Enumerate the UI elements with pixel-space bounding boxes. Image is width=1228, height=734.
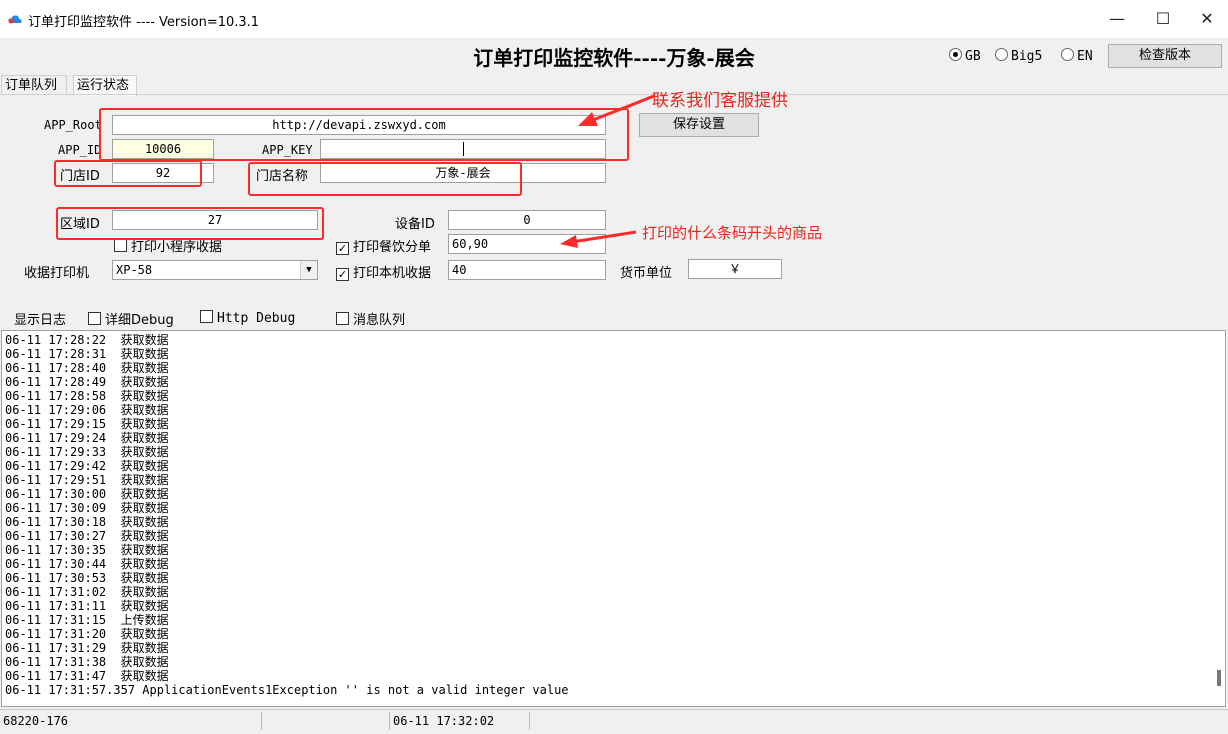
close-button[interactable]: ✕ bbox=[1184, 0, 1228, 38]
language-option-gb[interactable]: GB bbox=[949, 48, 981, 64]
checkbox-icon bbox=[200, 310, 213, 323]
log-line: 06-11 17:28:49 获取数据 bbox=[5, 375, 169, 389]
log-line: 06-11 17:30:09 获取数据 bbox=[5, 501, 169, 515]
log-line: 06-11 17:30:35 获取数据 bbox=[5, 543, 169, 557]
show-log-label: 显示日志 bbox=[14, 313, 67, 328]
printer-label: 收据打印机 bbox=[24, 266, 90, 281]
device-id-label: 设备ID bbox=[395, 217, 435, 232]
dropdown-arrow-icon[interactable]: ▼ bbox=[300, 261, 317, 279]
log-line: 06-11 17:31:29 获取数据 bbox=[5, 641, 169, 655]
log-line: 06-11 17:31:47 获取数据 bbox=[5, 669, 169, 683]
radio-unselected-icon bbox=[1061, 48, 1074, 61]
currency-input[interactable]: ￥ bbox=[688, 259, 782, 279]
log-line: 06-11 17:31:38 获取数据 bbox=[5, 655, 169, 669]
log-line: 06-11 17:30:53 获取数据 bbox=[5, 571, 169, 585]
annotation-box-store-name bbox=[248, 162, 522, 196]
print-local-checkbox[interactable]: ✓ 打印本机收据 bbox=[336, 262, 431, 281]
detail-debug-checkbox[interactable]: 详细Debug bbox=[88, 309, 174, 328]
http-debug-checkbox[interactable]: Http Debug bbox=[200, 310, 295, 326]
annotation-arrow-icon bbox=[560, 230, 637, 248]
log-line: 06-11 17:29:15 获取数据 bbox=[5, 417, 169, 431]
checkbox-icon bbox=[336, 312, 349, 325]
log-line: 06-11 17:31:20 获取数据 bbox=[5, 627, 169, 641]
checkmark-icon: ✓ bbox=[336, 242, 349, 255]
log-line: 06-11 17:29:24 获取数据 bbox=[5, 431, 169, 445]
log-line: 06-11 17:31:02 获取数据 bbox=[5, 585, 169, 599]
checkbox-icon bbox=[88, 312, 101, 325]
language-option-en[interactable]: EN bbox=[1061, 48, 1093, 64]
app-id-label: APP_ID bbox=[58, 143, 102, 157]
log-line: 06-11 17:31:57.357 ApplicationEvents1Exc… bbox=[5, 683, 569, 697]
maximize-button[interactable]: ☐ bbox=[1140, 0, 1186, 38]
tab-order-queue[interactable]: 订单队列 bbox=[1, 75, 67, 95]
status-empty bbox=[262, 712, 390, 730]
log-line: 06-11 17:31:15 上传数据 bbox=[5, 613, 169, 627]
printer-select[interactable]: XP-58 ▼ bbox=[112, 260, 318, 280]
log-line: 06-11 17:29:06 获取数据 bbox=[5, 403, 169, 417]
status-time: 06-11 17:32:02 bbox=[390, 712, 530, 730]
radio-unselected-icon bbox=[995, 48, 1008, 61]
page-title: 订单打印监控软件----万象-展会 bbox=[473, 46, 755, 70]
annotation-contact-text: 联系我们客服提供 bbox=[652, 91, 788, 111]
log-line: 06-11 17:29:42 获取数据 bbox=[5, 459, 169, 473]
log-line: 06-11 17:30:44 获取数据 bbox=[5, 557, 169, 571]
log-line: 06-11 17:30:27 获取数据 bbox=[5, 529, 169, 543]
annotation-barcode-text: 打印的什么条码开头的商品 bbox=[642, 224, 823, 242]
annotation-box-store-id bbox=[54, 160, 202, 187]
print-local-input[interactable]: 40 bbox=[448, 260, 606, 280]
print-split-checkbox[interactable]: ✓ 打印餐饮分单 bbox=[336, 236, 431, 255]
check-version-button[interactable]: 检查版本 bbox=[1108, 44, 1222, 68]
checkbox-icon bbox=[114, 239, 127, 252]
language-option-big5[interactable]: Big5 bbox=[995, 48, 1042, 64]
annotation-box-area-id bbox=[56, 207, 324, 240]
log-line: 06-11 17:28:22 获取数据 bbox=[5, 333, 169, 347]
window-title: 订单打印监控软件 ---- Version=10.3.1 bbox=[28, 15, 260, 30]
radio-selected-icon bbox=[949, 48, 962, 61]
annotation-arrow-icon bbox=[578, 94, 655, 126]
log-list: 06-11 17:28:22 获取数据 06-11 17:28:31 获取数据 06… bbox=[2, 331, 1225, 697]
log-scrollbar[interactable] bbox=[1217, 670, 1221, 686]
log-line: 06-11 17:28:31 获取数据 bbox=[5, 347, 169, 361]
log-line: 06-11 17:29:33 获取数据 bbox=[5, 445, 169, 459]
log-line: 06-11 17:28:58 获取数据 bbox=[5, 389, 169, 403]
tab-run-status[interactable]: 运行状态 bbox=[73, 75, 137, 96]
log-line: 06-11 17:30:18 获取数据 bbox=[5, 515, 169, 529]
log-line: 06-11 17:31:11 获取数据 bbox=[5, 599, 169, 613]
message-queue-checkbox[interactable]: 消息队列 bbox=[336, 309, 405, 328]
log-line: 06-11 17:29:51 获取数据 bbox=[5, 473, 169, 487]
log-area[interactable]: 06-11 17:28:22 获取数据 06-11 17:28:31 获取数据 06… bbox=[1, 330, 1226, 707]
app-root-label: APP_Root bbox=[44, 118, 102, 132]
status-build: 68220-176 bbox=[0, 712, 262, 730]
checkmark-icon: ✓ bbox=[336, 268, 349, 281]
currency-label: 货币单位 bbox=[620, 266, 673, 281]
log-line: 06-11 17:30:00 获取数据 bbox=[5, 487, 169, 501]
minimize-button[interactable]: — bbox=[1094, 0, 1140, 38]
annotation-box-app bbox=[99, 108, 629, 161]
cloud-app-icon bbox=[8, 15, 22, 24]
log-line: 06-11 17:28:40 获取数据 bbox=[5, 361, 169, 375]
